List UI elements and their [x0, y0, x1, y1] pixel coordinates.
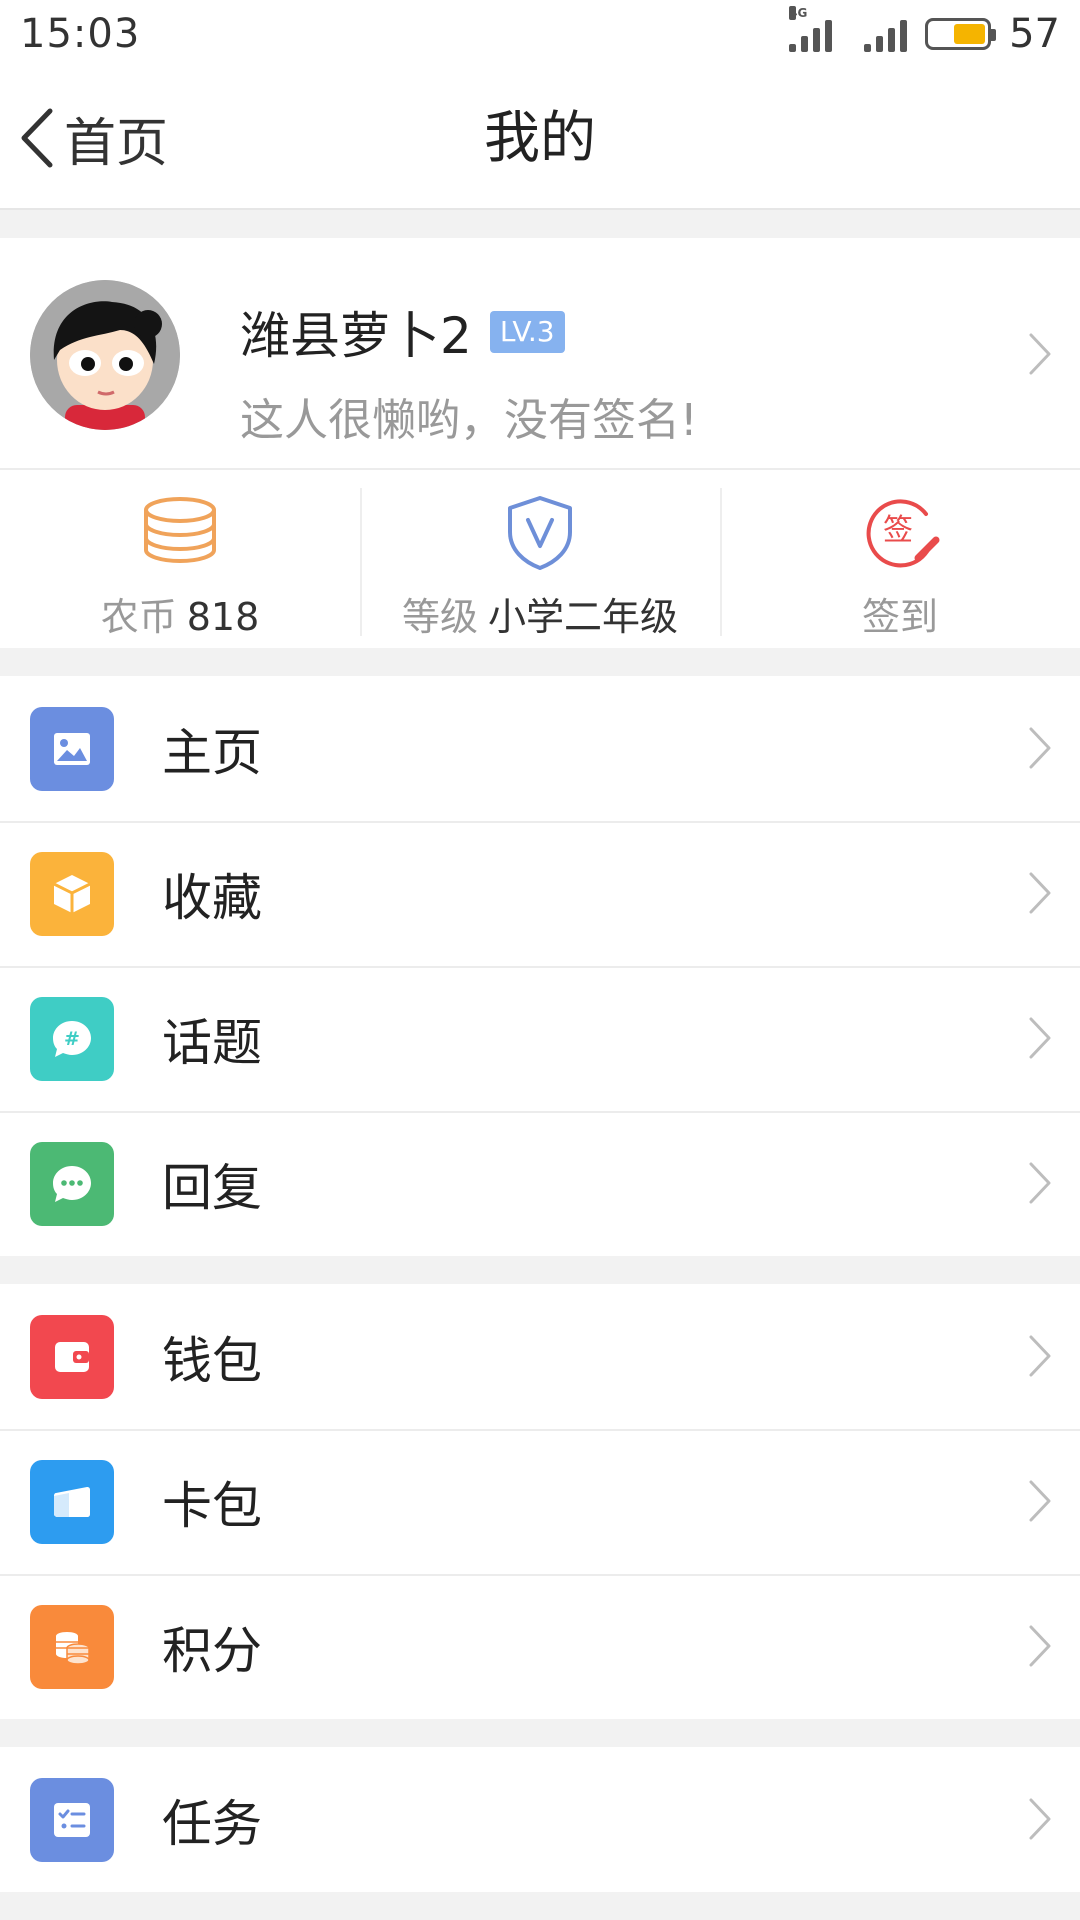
section-gap [0, 1256, 1080, 1284]
menu-group-content: 主页 收藏 # 话题 回复 [0, 676, 1080, 1256]
coins-stack-icon [144, 497, 216, 564]
avatar[interactable] [30, 280, 180, 430]
menu-item-label: 主页 [162, 723, 262, 782]
menu-item-tasks[interactable]: 任务 [0, 1747, 1080, 1892]
status-indicators: 4G 57 [789, 6, 1060, 57]
stat-level[interactable]: 等级 小学二年级 [360, 470, 720, 648]
card-icon [30, 1459, 114, 1544]
profile-card[interactable]: 潍县萝卜2 LV.3 这人很懒哟，没有签名! [0, 238, 1080, 470]
stat-coins-label: 农币 [100, 595, 177, 639]
chat-bubble-icon [30, 1141, 114, 1226]
menu-item-label: 任务 [162, 1794, 262, 1853]
wallet-icon [30, 1314, 114, 1399]
menu-item-replies[interactable]: 回复 [0, 1111, 1080, 1256]
section-gap [0, 210, 1080, 238]
menu-item-label: 收藏 [162, 868, 262, 927]
menu-item-label: 话题 [162, 1013, 262, 1072]
stat-signin-text: 签到 [862, 586, 938, 641]
page-title: 我的 [484, 106, 596, 171]
level-badge: LV.3 [489, 311, 565, 353]
stat-level-label: 等级 [401, 595, 478, 639]
profile-name-row: 潍县萝卜2 LV.3 [240, 296, 565, 368]
checklist-icon [30, 1777, 114, 1862]
profile-name: 潍县萝卜2 [240, 307, 472, 365]
battery-percent: 57 [1009, 11, 1060, 57]
menu-item-label: 积分 [162, 1621, 262, 1680]
image-icon [30, 706, 114, 791]
status-bar: 15:03 4G 57 [0, 0, 1080, 68]
section-gap [0, 648, 1080, 676]
navigation-bar: 首页 我的 [0, 68, 1080, 210]
stat-coins-text: 农币 818 [101, 586, 260, 641]
battery-level-fill [954, 24, 986, 44]
sign-in-stamp-icon: 签 [866, 499, 940, 568]
cellular-signal-icon [864, 16, 908, 52]
stat-level-text: 等级 小学二年级 [402, 586, 678, 641]
section-gap [0, 1719, 1080, 1747]
chevron-right-icon [1029, 727, 1051, 769]
menu-item-points[interactable]: 积分 [0, 1574, 1080, 1719]
stat-signin-label: 签到 [861, 595, 938, 639]
cellular-4g-signal-icon: 4G [789, 6, 833, 52]
chevron-right-icon [1029, 1017, 1051, 1059]
profile-bio: 这人很懒哟，没有签名! [240, 395, 698, 446]
chevron-right-icon [1029, 333, 1051, 375]
battery-icon [925, 18, 997, 50]
menu-item-label: 回复 [162, 1158, 262, 1217]
svg-text:签: 签 [883, 513, 913, 548]
svg-text:#: # [64, 1028, 80, 1050]
menu-item-wallet[interactable]: 钱包 [0, 1284, 1080, 1429]
chevron-right-icon [1029, 1798, 1051, 1840]
chevron-right-icon [1029, 1625, 1051, 1667]
cartoon-girl-avatar-icon [30, 280, 180, 430]
chevron-right-icon [1029, 1480, 1051, 1522]
menu-group-finance: 钱包 卡包 积分 [0, 1284, 1080, 1719]
chevron-right-icon [1029, 1162, 1051, 1204]
network-type-label: 4G [789, 6, 808, 20]
menu-item-label: 卡包 [162, 1476, 262, 1535]
points-coins-icon [30, 1604, 114, 1689]
stat-coins-value: 818 [186, 595, 260, 639]
stats-bar: 农币 818 等级 小学二年级 签 签到 [0, 470, 1080, 648]
stat-level-value: 小学二年级 [488, 595, 679, 639]
menu-item-homepage[interactable]: 主页 [0, 676, 1080, 821]
status-time: 15:03 [20, 11, 141, 57]
shield-v-icon [508, 496, 572, 570]
menu-item-label: 钱包 [162, 1331, 262, 1390]
stat-signin[interactable]: 签 签到 [720, 470, 1080, 648]
menu-group-tasks: 任务 [0, 1747, 1080, 1892]
chevron-right-icon [1029, 872, 1051, 914]
stat-coins[interactable]: 农币 818 [0, 470, 360, 648]
menu-item-topics[interactable]: # 话题 [0, 966, 1080, 1111]
menu-item-favorites[interactable]: 收藏 [0, 821, 1080, 966]
menu-item-card-wallet[interactable]: 卡包 [0, 1429, 1080, 1574]
chevron-right-icon [1029, 1335, 1051, 1377]
hashtag-chat-icon: # [30, 996, 114, 1081]
box-icon [30, 851, 114, 936]
